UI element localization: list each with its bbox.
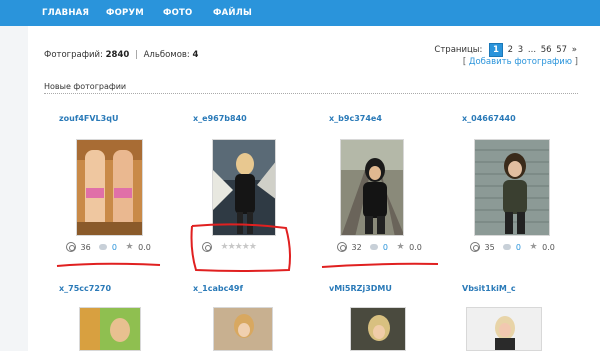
photo-thumbnail-5[interactable] bbox=[79, 307, 141, 351]
photo-image-6 bbox=[214, 308, 272, 350]
highlight-box-mark bbox=[190, 223, 291, 272]
photo-image-8 bbox=[467, 308, 541, 350]
underline-mark-2 bbox=[321, 262, 439, 268]
photo-image-5 bbox=[80, 308, 140, 350]
photo-thumbnail-8[interactable] bbox=[466, 307, 542, 351]
photo-thumbnail-6[interactable] bbox=[213, 307, 273, 351]
underline-mark-1 bbox=[56, 262, 161, 267]
photo-title-5[interactable]: x_75cc7270 bbox=[59, 284, 111, 293]
photo-thumbnail-7[interactable] bbox=[350, 307, 406, 351]
photo-title-7[interactable]: vMi5RZj3DMU bbox=[329, 284, 392, 293]
photo-image-7 bbox=[351, 308, 405, 350]
red-annotations bbox=[56, 223, 439, 272]
photo-title-8[interactable]: Vbsit1kiM_c bbox=[462, 284, 516, 293]
photo-title-6[interactable]: x_1cabc49f bbox=[193, 284, 243, 293]
